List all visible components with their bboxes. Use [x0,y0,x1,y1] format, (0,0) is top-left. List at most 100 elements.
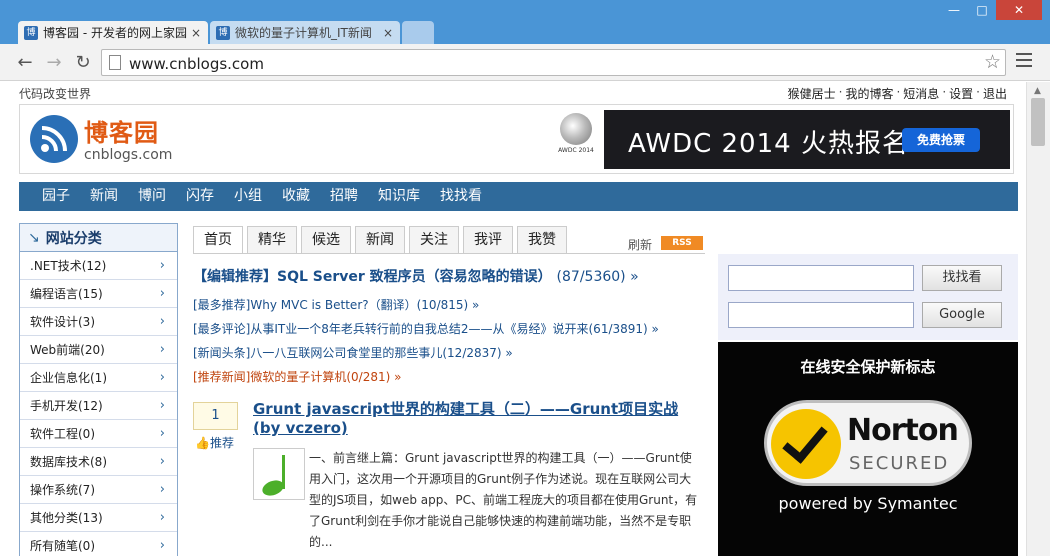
address-bar[interactable]: www.cnblogs.com ☆ [101,49,1006,76]
norton-ad[interactable]: 在线安全保护新标志 Norton SECURED powered by Syma… [718,342,1018,556]
logo-domain: cnblogs.com [84,147,173,163]
user-link-logout[interactable]: 退出 [983,85,1007,102]
rss-logo-icon[interactable] [30,115,78,163]
reload-icon[interactable]: ↻ [72,52,94,74]
minimize-button[interactable]: — [940,0,968,20]
recommend-headline-news[interactable]: [新闻头条]八一八互联网公司食堂里的那些事儿(12/2837) » [193,344,713,361]
tab-essence[interactable]: 精华 [247,226,297,253]
forward-arrow-icon[interactable]: → [43,52,65,74]
norton-secured-badge: Norton SECURED [764,400,972,486]
page-viewport: 代码改变世界 猴健居士 · 我的博客 · 短消息 · 设置 · 退出 博客园 c… [0,82,1026,556]
nav-groups[interactable]: 小组 [224,182,272,211]
nav-favorites[interactable]: 收藏 [272,182,320,211]
back-arrow-icon[interactable]: ← [14,52,36,74]
sidebar-item-label: 其他分类(13) [30,511,103,525]
sidebar-item-database[interactable]: 数据库技术(8) › [20,448,177,476]
site-search-input[interactable] [728,265,914,291]
user-link-name[interactable]: 猴健居士 [788,85,836,102]
user-link-messages[interactable]: 短消息 [903,85,939,102]
logo-name[interactable]: 博客园 [84,113,159,148]
digg-button[interactable]: 👍推荐 [195,434,234,451]
sidebar-item-web[interactable]: Web前端(20) › [20,336,177,364]
featured-title: 【编辑推荐】SQL Server 致程序员（容易忽略的错误） [193,269,552,285]
scrollbar-thumb[interactable] [1031,98,1045,146]
nav-search[interactable]: 找找看 [430,182,492,211]
user-link-myblog[interactable]: 我的博客 [845,85,893,102]
recommend-most-commented[interactable]: [最多评论]从事IT业一个8年老兵转行前的自我总结2——从《易经》说开来(61/… [193,320,713,337]
nav-flash[interactable]: 闪存 [176,182,224,211]
sidebar-item-design[interactable]: 软件设计(3) › [20,308,177,336]
nav-news[interactable]: 新闻 [80,182,128,211]
google-search-input[interactable] [728,302,914,328]
tab-following[interactable]: 关注 [409,226,459,253]
separator: · [942,85,947,99]
digg-count[interactable]: 1 [193,402,238,430]
sidebar-item-enterprise[interactable]: 企业信息化(1) › [20,364,177,392]
awdc-banner-ad[interactable]: AWDC 2014 火热报名 免费抢票 [604,110,1010,169]
post-title[interactable]: Grunt javascript世界的构建工具（二）——Grunt项目实战 (b… [253,400,705,438]
new-tab-button[interactable] [402,21,434,44]
sidebar-item-languages[interactable]: 编程语言(15) › [20,280,177,308]
content-tabs: 首页 精华 候选 新闻 关注 我评 我赞 [193,226,571,253]
norton-secured-text: SECURED [849,453,950,474]
close-tab-icon[interactable]: × [190,26,202,40]
tab-home[interactable]: 首页 [193,226,243,253]
refresh-link[interactable]: 刷新 [628,236,652,253]
free-ticket-button[interactable]: 免费抢票 [902,128,980,152]
site-slogan: 代码改变世界 [19,87,92,101]
recommend-news[interactable]: [推荐新闻]微软的量子计算机(0/281) » [193,368,713,385]
window-close-button[interactable]: ✕ [996,0,1042,20]
browser-tab-inactive[interactable]: 博 微软的量子计算机_IT新闻 × [210,21,400,44]
browser-tab-active[interactable]: 博 博客园 - 开发者的网上家园 × [18,21,208,44]
chevron-right-icon: › [159,370,165,385]
tab-my-comments[interactable]: 我评 [463,226,513,253]
chevron-right-icon: › [159,258,165,273]
thumbs-up-icon: 👍 [195,436,210,450]
sidebar-title: 网站分类 [45,230,102,247]
chevron-right-icon: › [159,482,165,497]
sidebar-item-label: 软件设计(3) [30,315,95,329]
browser-toolbar: ← → ↻ www.cnblogs.com ☆ [0,44,1050,81]
tab-candidates[interactable]: 候选 [301,226,351,253]
sidebar-item-engineering[interactable]: 软件工程(0) › [20,420,177,448]
tab-news[interactable]: 新闻 [355,226,405,253]
sidebar-item-label: 企业信息化(1) [30,371,107,385]
author-avatar[interactable] [253,448,305,500]
sidebar-item-os[interactable]: 操作系统(7) › [20,476,177,504]
diagonal-arrow-icon: ↘ [28,229,40,246]
sidebar-item-all[interactable]: 所有随笔(0) › [20,532,177,556]
google-search-button[interactable]: Google [922,302,1002,328]
awdc-badge[interactable]: AWDC 2014 [558,113,594,167]
close-tab-icon[interactable]: × [382,26,394,40]
digg-label-text: 推荐 [209,436,234,450]
nav-garden[interactable]: 园子 [32,182,80,211]
norton-name: Norton [847,413,959,448]
vertical-scrollbar[interactable]: ▲ [1026,82,1050,556]
sidebar-item-other[interactable]: 其他分类(13) › [20,504,177,532]
user-link-settings[interactable]: 设置 [949,85,973,102]
sidebar-item-label: 手机开发(12) [30,399,103,413]
separator: · [976,85,980,99]
rss-feed-icon[interactable]: RSS [661,236,703,250]
sidebar-item-label: 数据库技术(8) [30,455,107,469]
sidebar-item-label: Web前端(20) [30,343,105,357]
bookmark-star-icon[interactable]: ☆ [984,51,1001,73]
maximize-button[interactable]: □ [968,0,996,20]
nav-questions[interactable]: 博问 [128,182,176,211]
tab-my-likes[interactable]: 我赞 [517,226,567,253]
recommend-most-liked[interactable]: [最多推荐]Why MVC is Better?（翻译）(10/815) » [193,296,713,313]
sidebar-header: ↘ 网站分类 [20,224,177,252]
featured-post-link[interactable]: 【编辑推荐】SQL Server 致程序员（容易忽略的错误） (87/5360)… [193,266,713,286]
user-links: 猴健居士 · 我的博客 · 短消息 · 设置 · 退出 [788,85,1007,102]
site-search-button[interactable]: 找找看 [922,265,1002,291]
sidebar-item-dotnet[interactable]: .NET技术(12) › [20,252,177,280]
awdc-badge-caption: AWDC 2014 [558,147,594,154]
nav-jobs[interactable]: 招聘 [320,182,368,211]
category-sidebar: ↘ 网站分类 .NET技术(12) › 编程语言(15) › 软件设计(3) › We… [19,223,178,556]
sidebar-item-mobile[interactable]: 手机开发(12) › [20,392,177,420]
nav-kb[interactable]: 知识库 [368,182,430,211]
scroll-up-icon[interactable]: ▲ [1034,86,1041,96]
norton-powered-by: powered by Symantec [778,494,958,513]
browser-menu-icon[interactable] [1016,53,1032,69]
tab-title: 微软的量子计算机_IT新闻 [235,26,372,40]
